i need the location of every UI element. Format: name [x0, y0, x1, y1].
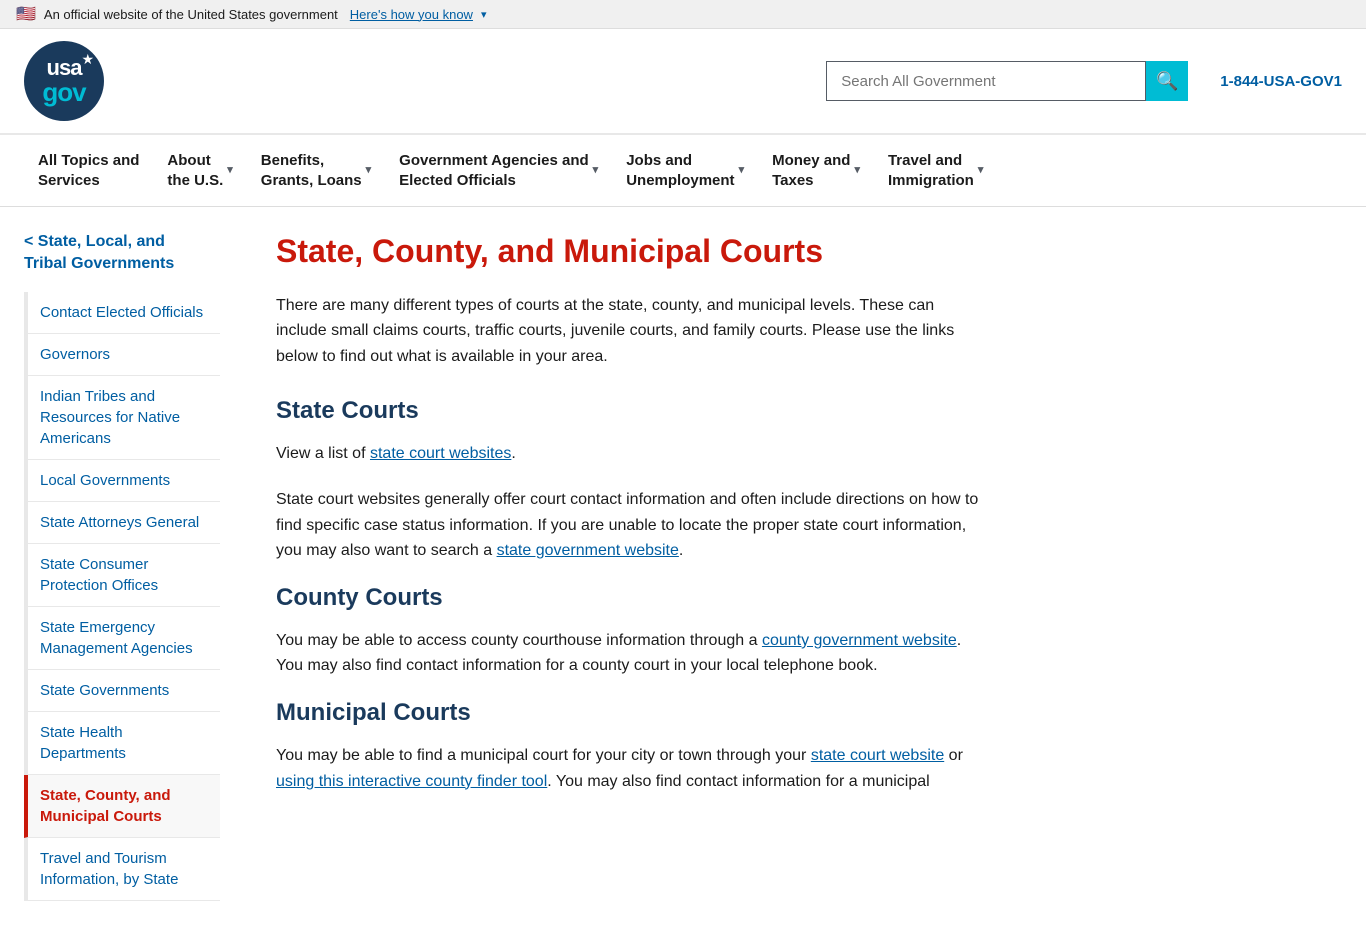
intro-paragraph: There are many different types of courts…	[276, 293, 984, 370]
sidebar-back-link[interactable]: < State, Local, andTribal Governments	[24, 231, 220, 276]
municipal-courts-p1: You may be able to find a municipal cour…	[276, 743, 984, 794]
chevron-agencies-icon: ▾	[593, 163, 599, 177]
sidebar-item-state-attorneys: State Attorneys General	[28, 502, 220, 544]
star-icon: ★	[81, 51, 94, 68]
search-icon: 🔍	[1156, 71, 1178, 92]
usa-gov-logo[interactable]: ★ usa gov	[24, 41, 104, 121]
nav-item-benefits[interactable]: Benefits,Grants, Loans ▾	[247, 135, 385, 206]
sidebar-item-travel-tourism: Travel and Tourism Information, by State	[28, 838, 220, 901]
sidebar-item-contact-elected: Contact Elected Officials	[28, 292, 220, 334]
county-finder-tool-link[interactable]: using this interactive county finder too…	[276, 773, 547, 790]
county-courts-p1: You may be able to access county courtho…	[276, 628, 984, 679]
official-text: An official website of the United States…	[44, 7, 338, 22]
logo-gov-text: gov	[42, 79, 85, 105]
page-layout: < State, Local, andTribal Governments Co…	[0, 207, 1366, 925]
sidebar-link-local-governments[interactable]: Local Governments	[28, 460, 220, 501]
chevron-down-icon: ▾	[481, 8, 487, 21]
state-courts-heading: State Courts	[276, 397, 984, 425]
sidebar-item-state-governments: State Governments	[28, 670, 220, 712]
sidebar-link-state-governments[interactable]: State Governments	[28, 670, 220, 711]
heres-how-link[interactable]: Here's how you know	[350, 7, 473, 22]
sidebar-link-travel-tourism[interactable]: Travel and Tourism Information, by State	[28, 838, 220, 900]
sidebar-item-governors: Governors	[28, 334, 220, 376]
sidebar-item-state-courts: State, County, and Municipal Courts	[24, 775, 220, 838]
nav-item-jobs[interactable]: Jobs andUnemployment ▾	[612, 135, 758, 206]
nav-label-all-topics: All Topics andServices	[38, 151, 139, 190]
state-courts-p2: State court websites generally offer cou…	[276, 487, 984, 564]
sidebar-nav: Contact Elected Officials Governors Indi…	[24, 292, 220, 901]
sidebar-link-contact-elected[interactable]: Contact Elected Officials	[28, 292, 220, 333]
state-courts-section: State Courts View a list of state court …	[276, 397, 984, 563]
sidebar-item-local-governments: Local Governments	[28, 460, 220, 502]
logo-area: ★ usa gov	[24, 41, 104, 121]
chevron-benefits-icon: ▾	[366, 163, 372, 177]
nav-item-travel[interactable]: Travel andImmigration ▾	[874, 135, 997, 206]
sidebar-link-state-emergency[interactable]: State Emergency Management Agencies	[28, 607, 220, 669]
search-area: 🔍	[826, 61, 1188, 101]
chevron-jobs-icon: ▾	[739, 163, 745, 177]
search-input[interactable]	[826, 61, 1146, 101]
sidebar-link-state-attorneys[interactable]: State Attorneys General	[28, 502, 220, 543]
main-nav: All Topics andServices Aboutthe U.S. ▾ B…	[0, 135, 1366, 207]
nav-item-gov-agencies[interactable]: Government Agencies andElected Officials…	[385, 135, 612, 206]
nav-label-travel: Travel andImmigration	[888, 151, 974, 190]
nav-label-gov-agencies: Government Agencies andElected Officials	[399, 151, 589, 190]
flag-icon: 🇺🇸	[16, 4, 36, 24]
nav-item-about[interactable]: Aboutthe U.S. ▾	[153, 135, 246, 206]
sidebar-item-state-emergency: State Emergency Management Agencies	[28, 607, 220, 670]
chevron-about-icon: ▾	[227, 163, 233, 177]
county-courts-section: County Courts You may be able to access …	[276, 584, 984, 679]
state-government-website-link[interactable]: state government website	[497, 542, 679, 559]
county-government-website-link[interactable]: county government website	[762, 632, 957, 649]
nav-label-jobs: Jobs andUnemployment	[626, 151, 734, 190]
chevron-travel-icon: ▾	[978, 163, 984, 177]
sidebar-link-state-consumer[interactable]: State Consumer Protection Offices	[28, 544, 220, 606]
sidebar-item-state-consumer: State Consumer Protection Offices	[28, 544, 220, 607]
state-courts-p1: View a list of state court websites.	[276, 441, 984, 467]
sidebar: < State, Local, andTribal Governments Co…	[24, 231, 244, 901]
sidebar-link-indian-tribes[interactable]: Indian Tribes and Resources for Native A…	[28, 376, 220, 459]
main-content: State, County, and Municipal Courts Ther…	[244, 231, 984, 901]
nav-label-about: Aboutthe U.S.	[167, 151, 223, 190]
page-title: State, County, and Municipal Courts	[276, 231, 984, 273]
search-button[interactable]: 🔍	[1146, 61, 1188, 101]
sidebar-link-state-health[interactable]: State Health Departments	[28, 712, 220, 774]
sidebar-link-state-courts[interactable]: State, County, and Municipal Courts	[28, 775, 220, 837]
county-courts-heading: County Courts	[276, 584, 984, 612]
sidebar-link-governors[interactable]: Governors	[28, 334, 220, 375]
municipal-courts-heading: Municipal Courts	[276, 699, 984, 727]
nav-item-all-topics[interactable]: All Topics andServices	[24, 135, 153, 206]
logo-usa-text: usa	[47, 57, 82, 79]
state-court-websites-link[interactable]: state court websites	[370, 445, 511, 462]
header-right: 🔍 1-844-USA-GOV1	[826, 61, 1342, 101]
municipal-courts-section: Municipal Courts You may be able to find…	[276, 699, 984, 794]
state-court-website-link[interactable]: state court website	[811, 747, 944, 764]
chevron-money-icon: ▾	[854, 163, 860, 177]
phone-link[interactable]: 1-844-USA-GOV1	[1220, 73, 1342, 90]
gov-banner: 🇺🇸 An official website of the United Sta…	[0, 0, 1366, 29]
site-header: ★ usa gov 🔍 1-844-USA-GOV1	[0, 29, 1366, 135]
nav-item-money[interactable]: Money andTaxes ▾	[758, 135, 874, 206]
sidebar-item-indian-tribes: Indian Tribes and Resources for Native A…	[28, 376, 220, 460]
nav-label-benefits: Benefits,Grants, Loans	[261, 151, 362, 190]
sidebar-item-state-health: State Health Departments	[28, 712, 220, 775]
nav-label-money: Money andTaxes	[772, 151, 850, 190]
